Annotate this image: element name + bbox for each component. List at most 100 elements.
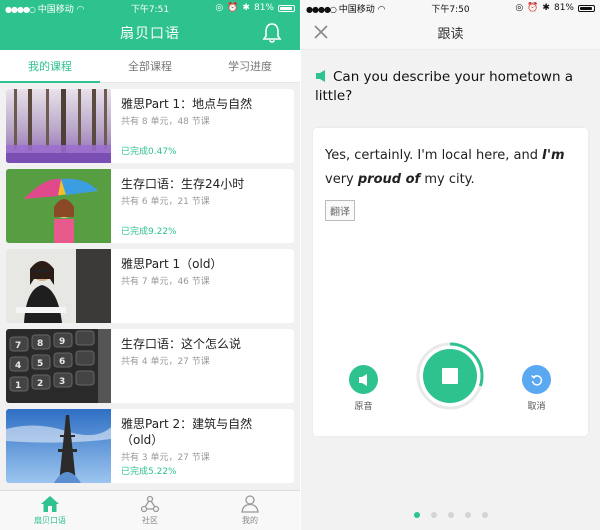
svg-text:6: 6 bbox=[59, 357, 65, 367]
calculator-keys-photo: 7 8 9 4 5 6 1 2 3 bbox=[6, 329, 111, 403]
forest-lavender-photo bbox=[6, 89, 111, 163]
original-audio-control: 原音 bbox=[349, 365, 378, 412]
alarm-icon: ⏰ bbox=[527, 3, 539, 13]
course-title: 雅思Part 1（old） bbox=[121, 257, 223, 271]
alarm-icon: ⏰ bbox=[227, 3, 239, 13]
course-meta: 共有 6 单元，21 节课 bbox=[121, 197, 210, 207]
battery-percent: 81% bbox=[253, 3, 274, 13]
wifi-icon: ◠ bbox=[377, 4, 386, 15]
page-dot[interactable] bbox=[447, 512, 454, 518]
nav-community-label: 社区 bbox=[142, 516, 158, 525]
tab-my-courses[interactable]: 我的课程 bbox=[0, 50, 100, 83]
lock-rotation-icon: ◎ bbox=[215, 3, 224, 13]
translate-button[interactable]: 翻译 bbox=[325, 200, 355, 221]
page-dot[interactable] bbox=[430, 512, 437, 518]
status-bar: ●●●●○ 中国移动 ◠ 下午7:51 ◎ ⏰ ✱ 81% bbox=[0, 0, 300, 16]
question-block: Can you describe your hometown a little? bbox=[301, 50, 600, 106]
course-title: 生存口语：生存24小时 bbox=[121, 177, 245, 191]
course-title: 雅思Part 2：建筑与自然（old） bbox=[121, 417, 253, 447]
course-meta: 共有 7 单元，46 节课 bbox=[121, 277, 210, 287]
undo-icon bbox=[530, 374, 542, 386]
status-time: 下午7:51 bbox=[130, 4, 170, 15]
course-meta: 共有 3 单元，27 节课 bbox=[121, 453, 210, 463]
page-title: 跟读 bbox=[437, 27, 464, 42]
record-stop-button[interactable] bbox=[416, 342, 484, 410]
nav-profile[interactable]: 我的 bbox=[200, 491, 300, 530]
nav-community[interactable]: 社区 bbox=[100, 491, 200, 530]
svg-text:7: 7 bbox=[15, 341, 21, 351]
bottom-nav: 扇贝口语 社区 我的 bbox=[0, 490, 300, 530]
battery-percent: 81% bbox=[553, 3, 574, 13]
svg-text:5: 5 bbox=[37, 359, 43, 369]
battery-icon bbox=[277, 4, 295, 12]
answer-part: Yes, certainly. I'm local here, and bbox=[325, 148, 543, 163]
answer-emphasis: I'm bbox=[542, 148, 565, 163]
course-list: 雅思Part 1：地点与自然 共有 8 单元，48 节课 已完成0.47% 生存… bbox=[0, 83, 300, 483]
close-icon[interactable] bbox=[313, 24, 329, 40]
svg-text:4: 4 bbox=[15, 361, 21, 371]
carrier-label: 中国移动 bbox=[338, 4, 375, 15]
svg-text:1: 1 bbox=[15, 381, 21, 391]
girl-umbrella-photo bbox=[6, 169, 111, 243]
question-text: Can you describe your hometown a little? bbox=[315, 69, 574, 104]
course-meta: 共有 8 单元，48 节课 bbox=[121, 117, 210, 127]
wifi-icon: ◠ bbox=[76, 4, 85, 15]
nav-profile-label: 我的 bbox=[242, 516, 258, 525]
app-header: 扇贝口语 bbox=[0, 16, 300, 50]
course-title: 雅思Part 1：地点与自然 bbox=[121, 97, 253, 111]
lock-rotation-icon: ◎ bbox=[515, 3, 524, 13]
answer-part: my city. bbox=[420, 172, 475, 187]
page-dot[interactable] bbox=[481, 512, 488, 518]
speaker-icon bbox=[358, 373, 367, 386]
svg-text:8: 8 bbox=[37, 339, 43, 349]
course-card[interactable]: 7 8 9 4 5 6 1 2 3 生存口语：这个怎么说 共有 4 单元，27 节课 bbox=[6, 329, 294, 403]
course-card[interactable]: 雅思Part 1：地点与自然 共有 8 单元，48 节课 已完成0.47% bbox=[6, 89, 294, 163]
answer-text: Yes, certainly. I'm local here, and I'm … bbox=[313, 128, 588, 192]
cancel-label: 取消 bbox=[527, 402, 546, 412]
carrier-label: 中国移动 bbox=[37, 4, 74, 15]
interview-photo bbox=[6, 249, 111, 323]
page-dot[interactable] bbox=[464, 512, 471, 518]
battery-icon bbox=[577, 4, 595, 12]
course-title: 生存口语：这个怎么说 bbox=[121, 337, 242, 351]
follow-read-screen: ●●●●○ 中国移动 ◠ 下午7:50 ◎ ⏰ ✱ 81% 跟读 Can you… bbox=[301, 0, 600, 530]
tab-progress[interactable]: 学习进度 bbox=[200, 50, 300, 82]
speaker-icon[interactable] bbox=[315, 70, 327, 82]
bluetooth-icon: ✱ bbox=[242, 3, 250, 13]
home-icon bbox=[41, 496, 59, 512]
svg-text:3: 3 bbox=[59, 377, 65, 387]
bell-icon[interactable] bbox=[262, 22, 282, 44]
course-progress: 已完成9.22% bbox=[121, 227, 177, 237]
course-card[interactable]: 雅思Part 2：建筑与自然（old） 共有 3 单元，27 节课 已完成5.2… bbox=[6, 409, 294, 483]
page-dot[interactable] bbox=[413, 512, 420, 518]
page-indicator bbox=[301, 512, 600, 518]
course-progress: 已完成0.47% bbox=[121, 147, 177, 157]
profile-icon bbox=[241, 495, 259, 513]
eiffel-tower-photo bbox=[6, 409, 111, 483]
answer-emphasis: proud of bbox=[357, 172, 421, 187]
course-tabs: 我的课程 全部课程 学习进度 bbox=[0, 50, 300, 83]
svg-text:9: 9 bbox=[59, 337, 65, 347]
tab-all-courses[interactable]: 全部课程 bbox=[100, 50, 200, 82]
stop-icon bbox=[442, 368, 458, 384]
course-card[interactable]: 雅思Part 1（old） 共有 7 单元，46 节课 bbox=[6, 249, 294, 323]
page-header: 跟读 bbox=[301, 16, 600, 50]
signal-icon: ●●●●○ bbox=[306, 4, 337, 14]
cancel-button[interactable] bbox=[522, 365, 551, 394]
course-meta: 共有 4 单元，27 节课 bbox=[121, 357, 210, 367]
cancel-control: 取消 bbox=[522, 365, 551, 412]
nav-home-label: 扇贝口语 bbox=[34, 516, 66, 525]
course-list-screen: ●●●●○ 中国移动 ◠ 下午7:51 ◎ ⏰ ✱ 81% 扇贝口语 我的课程 … bbox=[0, 0, 300, 530]
community-icon bbox=[140, 495, 160, 513]
nav-home[interactable]: 扇贝口语 bbox=[0, 491, 100, 530]
app-title: 扇贝口语 bbox=[120, 26, 180, 42]
status-time: 下午7:50 bbox=[431, 4, 470, 15]
signal-icon: ●●●●○ bbox=[5, 4, 36, 14]
bluetooth-icon: ✱ bbox=[542, 3, 550, 13]
course-progress: 已完成5.22% bbox=[121, 467, 177, 477]
play-original-button[interactable] bbox=[349, 365, 378, 394]
course-card[interactable]: 生存口语：生存24小时 共有 6 单元，21 节课 已完成9.22% bbox=[6, 169, 294, 243]
svg-text:2: 2 bbox=[37, 379, 43, 389]
original-label: 原音 bbox=[354, 402, 373, 412]
status-bar: ●●●●○ 中国移动 ◠ 下午7:50 ◎ ⏰ ✱ 81% bbox=[301, 0, 600, 16]
